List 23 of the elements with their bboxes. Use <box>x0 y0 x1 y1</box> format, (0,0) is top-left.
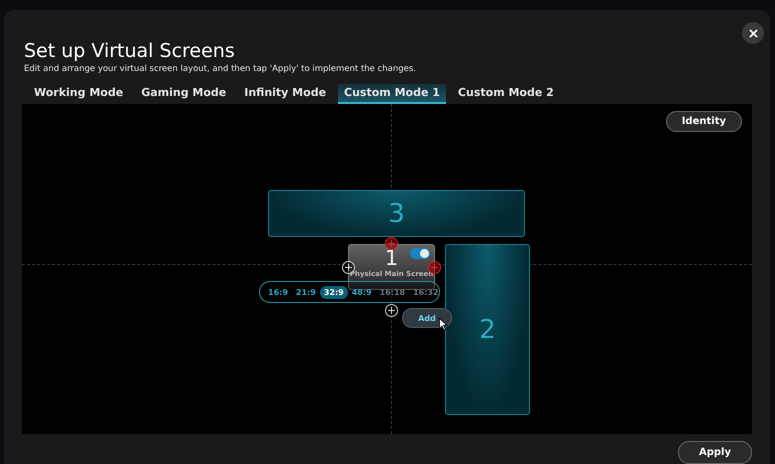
close-icon <box>748 28 758 38</box>
mode-tab[interactable]: Gaming Mode <box>135 84 232 104</box>
screen-number: 2 <box>479 316 496 342</box>
identity-button[interactable]: Identity <box>666 111 742 132</box>
plus-handle-icon[interactable] <box>385 237 398 250</box>
ratio-option[interactable]: 16:9 <box>264 286 292 298</box>
virtual-screen[interactable]: 2 <box>445 244 530 415</box>
screen-number: 1 <box>384 248 398 269</box>
mode-tab[interactable]: Custom Mode 2 <box>452 84 560 104</box>
virtual-screen[interactable]: 3 <box>268 190 525 237</box>
mode-tab[interactable]: Infinity Mode <box>238 84 332 104</box>
ratio-option[interactable]: 21:9 <box>292 286 320 298</box>
cursor-icon <box>439 318 448 331</box>
apply-button[interactable]: Apply <box>678 441 752 464</box>
add-button[interactable]: Add <box>402 308 452 328</box>
screen-number: 3 <box>388 200 405 226</box>
screen-toggle[interactable] <box>410 248 430 259</box>
mode-tab[interactable]: Custom Mode 1 <box>338 84 446 104</box>
ratio-option[interactable]: 32:9 <box>320 286 348 298</box>
dialog-title: Set up Virtual Screens <box>24 40 236 62</box>
dialog-subtitle: Edit and arrange your virtual screen layout, and then tap 'Apply' to implement the changes. <box>24 64 418 74</box>
mode-tab[interactable]: Working Mode <box>28 84 130 104</box>
close-button[interactable] <box>742 22 764 44</box>
